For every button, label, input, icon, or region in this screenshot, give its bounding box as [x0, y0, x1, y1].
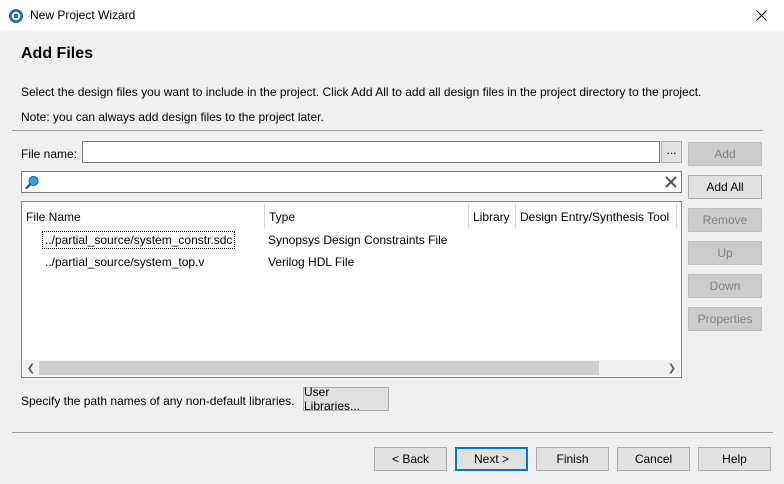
libraries-text: Specify the path names of any non-defaul… [21, 394, 295, 408]
table-row[interactable]: ../partial_source/system_top.v Verilog H… [22, 250, 679, 271]
column-header-file-name[interactable]: File Name [22, 206, 264, 228]
scroll-right-icon[interactable]: ❯ [664, 360, 680, 376]
search-field[interactable] [21, 171, 682, 193]
scrollbar-thumb[interactable] [39, 361, 599, 375]
window-title: New Project Wizard [30, 8, 136, 22]
close-button[interactable] [738, 0, 784, 31]
browse-button[interactable]: ... [661, 141, 682, 163]
next-button[interactable]: Next > [455, 447, 528, 471]
down-button[interactable]: Down [688, 274, 762, 298]
cell-type: Synopsys Design Constraints File [268, 233, 448, 247]
page-title: Add Files [21, 45, 94, 62]
back-button[interactable]: < Back [374, 447, 447, 471]
app-icon [9, 9, 23, 23]
page-description: Select the design files you want to incl… [21, 85, 702, 99]
add-button[interactable]: Add [688, 142, 762, 166]
cancel-button[interactable]: Cancel [617, 447, 690, 471]
separator [12, 130, 763, 131]
table-row[interactable]: ../partial_source/system_constr.sdc Syno… [22, 229, 679, 250]
horizontal-scrollbar[interactable]: ❮ ❯ [23, 360, 680, 376]
title-bar: New Project Wizard [0, 0, 784, 31]
cell-file-name: ../partial_source/system_constr.sdc [42, 231, 236, 249]
column-divider [676, 204, 677, 228]
remove-button[interactable]: Remove [688, 208, 762, 232]
search-input[interactable] [44, 174, 659, 190]
add-all-button[interactable]: Add All [688, 175, 762, 199]
page-note: Note: you can always add design files to… [21, 110, 324, 124]
close-icon [755, 10, 767, 21]
clear-icon[interactable] [665, 176, 677, 188]
up-button[interactable]: Up [688, 241, 762, 265]
column-header-type[interactable]: Type [265, 206, 468, 228]
help-button[interactable]: Help [698, 447, 771, 471]
file-name-label: File name: [21, 147, 78, 161]
cell-type: Verilog HDL File [268, 255, 355, 269]
file-name-input[interactable] [82, 141, 660, 163]
files-table[interactable]: File Name Type Library Design Entry/Synt… [21, 201, 682, 378]
finish-button[interactable]: Finish [536, 447, 609, 471]
cell-file-name: ../partial_source/system_top.v [45, 255, 205, 269]
column-header-library[interactable]: Library [469, 206, 515, 228]
user-libraries-button[interactable]: User Libraries... [303, 385, 389, 413]
column-header-tool[interactable]: Design Entry/Synthesis Tool [516, 206, 676, 228]
search-icon [25, 175, 39, 190]
properties-button[interactable]: Properties [688, 307, 762, 331]
scroll-left-icon[interactable]: ❮ [23, 360, 39, 376]
separator [12, 432, 773, 433]
